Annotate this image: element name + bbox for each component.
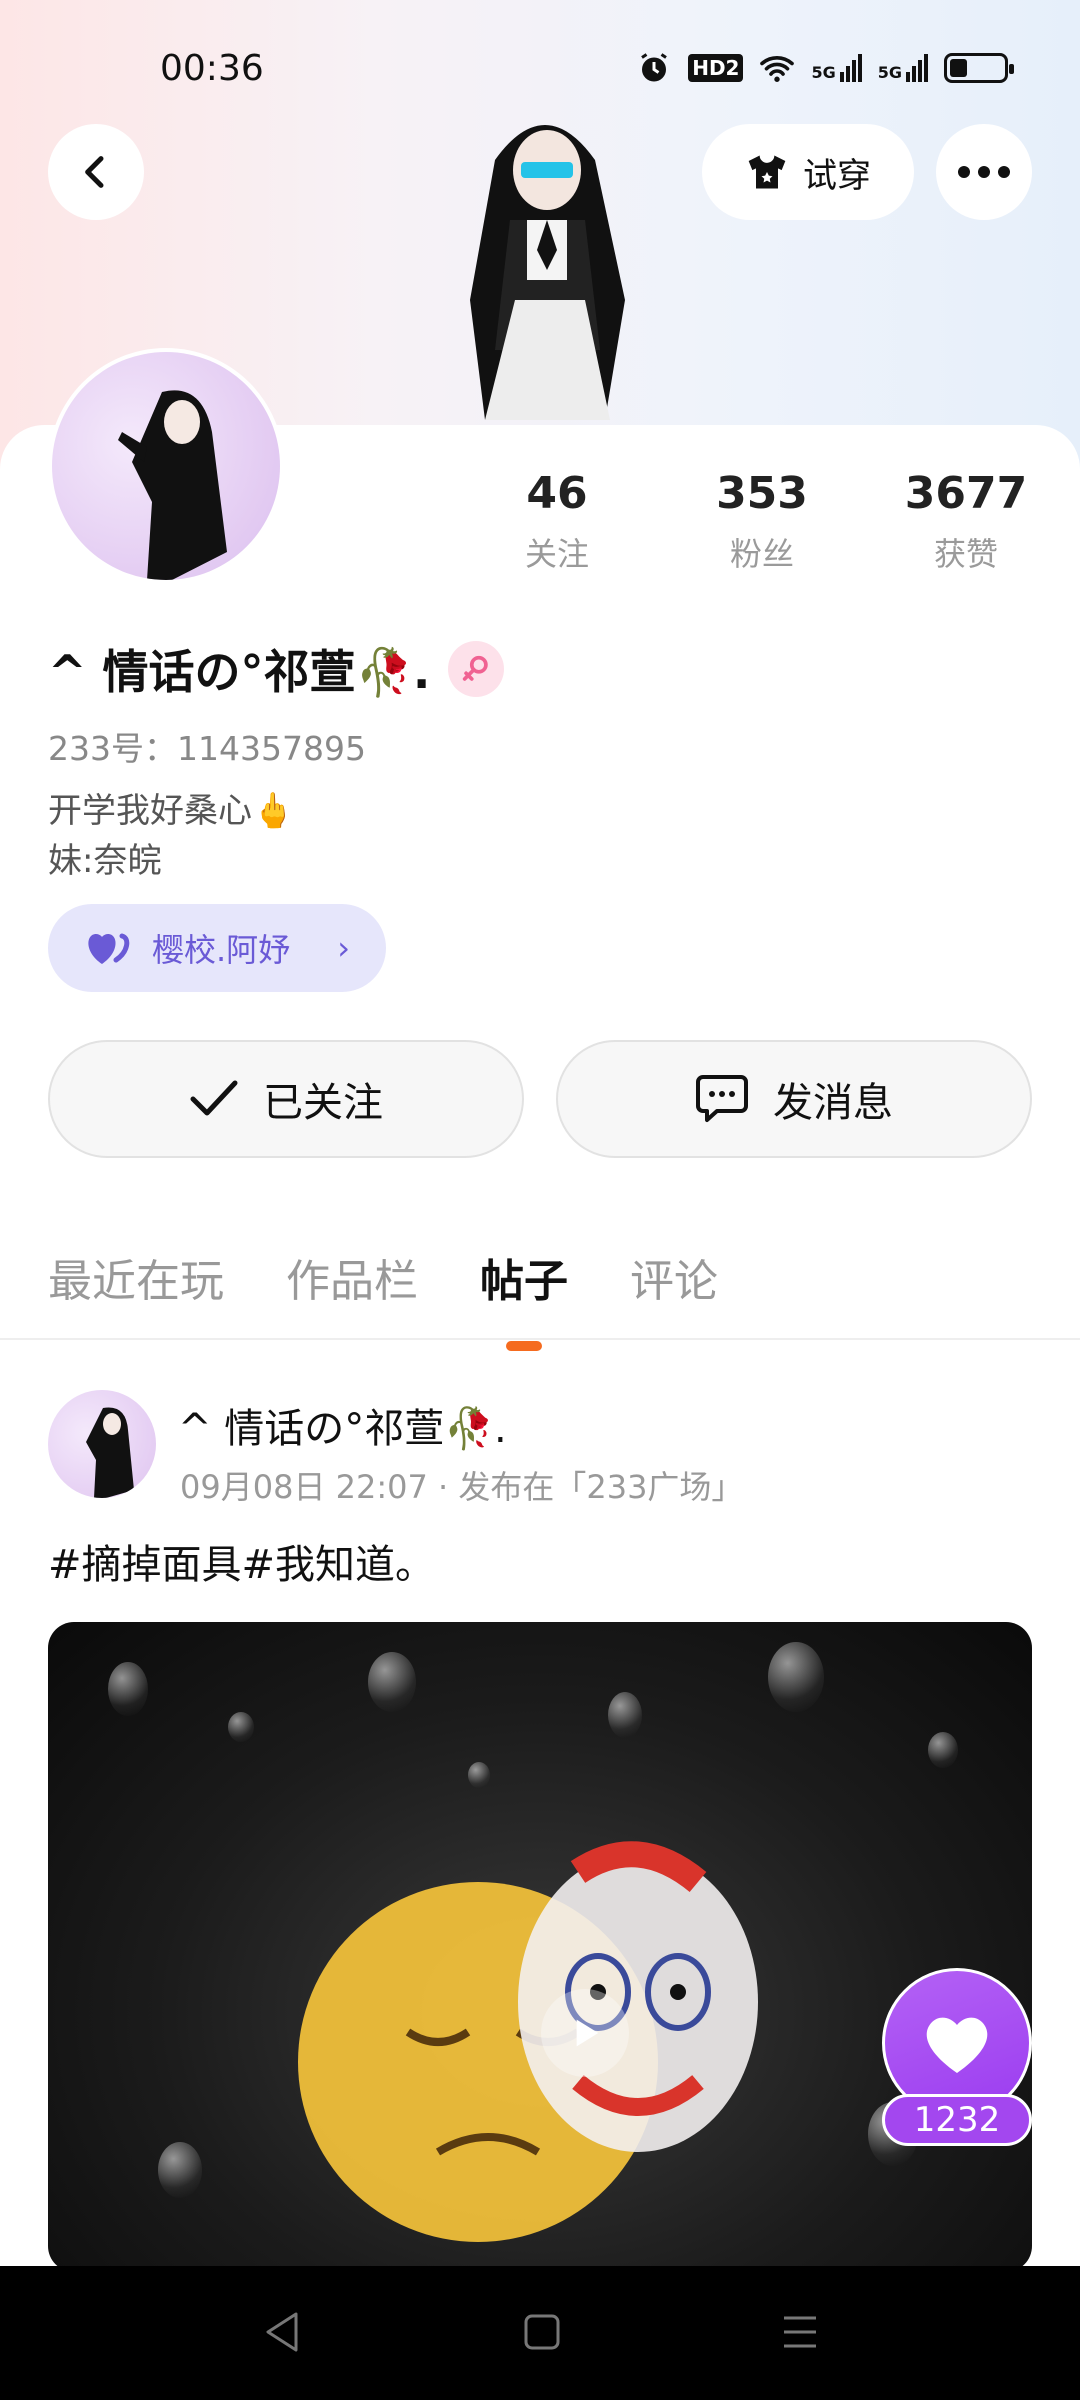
status-time: 00:36 xyxy=(160,48,264,89)
play-button[interactable] xyxy=(541,1989,629,2077)
back-button[interactable] xyxy=(48,124,144,220)
post-meta: 09月08日 22:07 · 发布在「233广场」 xyxy=(180,1468,744,1506)
bio-line-1: 开学我好桑心🖕 xyxy=(48,791,295,831)
wifi-icon xyxy=(760,56,795,82)
checkmark-icon xyxy=(190,1080,238,1116)
chat-bubble-icon xyxy=(696,1075,748,1122)
more-button[interactable] xyxy=(936,124,1032,220)
follow-label: 已关注 xyxy=(263,1080,383,1126)
avatar-image xyxy=(118,390,227,580)
follow-button[interactable]: 已关注 xyxy=(48,1040,524,1158)
battery-icon xyxy=(944,53,1014,83)
tab-recent-play[interactable]: 最近在玩 xyxy=(48,1245,224,1309)
tab-comments[interactable]: 评论 xyxy=(630,1245,718,1309)
stat-fans[interactable]: 353 粉丝 xyxy=(682,468,842,575)
heart-icon xyxy=(926,2017,988,2073)
tab-works[interactable]: 作品栏 xyxy=(286,1245,418,1309)
system-navigation-bar xyxy=(0,2266,1080,2400)
like-count: 1232 xyxy=(882,2094,1032,2146)
alarm-icon xyxy=(641,53,668,82)
play-icon xyxy=(576,2019,599,2047)
sad-emoji-clown-image xyxy=(298,1841,758,2242)
stat-fans-label: 粉丝 xyxy=(729,535,794,573)
bio-line-2: 妹:奈皖 xyxy=(48,841,162,881)
stat-following-label: 关注 xyxy=(524,535,589,573)
tab-posts[interactable]: 帖子 xyxy=(480,1245,568,1309)
profile-uid: 233号：114357895 xyxy=(48,729,366,768)
status-icons: HD2 5G 5G xyxy=(636,50,1014,86)
profile-name: ^ 情话の°祁萱🥀. xyxy=(48,645,431,699)
stat-following[interactable]: 46 关注 xyxy=(477,468,637,575)
post-author-avatar[interactable] xyxy=(48,1390,156,1498)
post-text[interactable]: #摘掉面具#我知道。 xyxy=(48,1532,435,1590)
more-dots-icon xyxy=(958,166,1010,178)
nav-home-icon[interactable] xyxy=(522,2310,562,2354)
group-chip-label: 樱校.阿妤 xyxy=(152,931,291,969)
message-button[interactable]: 发消息 xyxy=(556,1040,1032,1158)
try-on-button[interactable]: 试穿 xyxy=(702,124,914,220)
signal-2-icon: 5G xyxy=(878,54,928,82)
post-video-thumbnail[interactable] xyxy=(48,1622,1032,2272)
chevron-right-icon: › xyxy=(337,929,350,967)
female-gender-icon xyxy=(448,641,505,697)
signal-1-icon: 5G xyxy=(811,54,862,82)
profile-bio: 开学我好桑心🖕 妹:奈皖 xyxy=(48,786,294,886)
avatar-character-figure xyxy=(470,125,625,420)
stat-fans-value: 353 xyxy=(716,468,808,519)
profile-tabs: 最近在玩 作品栏 帖子 评论 xyxy=(48,1245,718,1309)
profile-name-row: ^ 情话の°祁萱🥀. xyxy=(48,636,505,702)
stat-likes-value: 3677 xyxy=(904,468,1028,519)
try-on-label: 试穿 xyxy=(803,155,871,196)
avatar-image xyxy=(86,1407,134,1498)
heart-double-icon xyxy=(88,933,130,964)
post-author-name[interactable]: ^ 情话の°祁萱🥀. xyxy=(178,1396,507,1454)
group-chip[interactable]: 樱校.阿妤 › xyxy=(48,904,386,992)
hd-badge: HD2 xyxy=(688,54,744,82)
nav-menu-icon[interactable] xyxy=(780,2310,820,2354)
message-label: 发消息 xyxy=(773,1080,893,1126)
tabs-divider xyxy=(0,1338,1080,1340)
chevron-left-icon xyxy=(85,156,104,188)
tshirt-icon xyxy=(748,155,786,189)
stat-following-value: 46 xyxy=(526,468,588,519)
stat-likes-label: 获赞 xyxy=(933,535,998,573)
nav-back-icon[interactable] xyxy=(262,2310,302,2354)
stat-likes[interactable]: 3677 获赞 xyxy=(886,468,1046,575)
profile-avatar[interactable] xyxy=(48,348,284,584)
